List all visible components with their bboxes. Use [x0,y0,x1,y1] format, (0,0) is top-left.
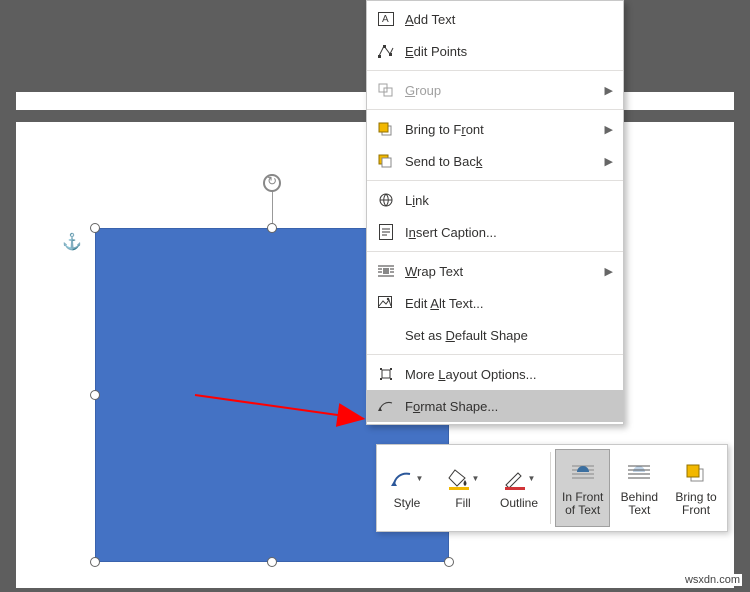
submenu-arrow-icon: ▶ [605,265,613,278]
menu-separator [367,354,623,355]
menu-separator [367,251,623,252]
anchor-icon [62,232,82,252]
resize-handle-n[interactable] [267,223,277,233]
behind-text-icon [626,459,652,487]
app-chrome-left [0,0,16,592]
button-label: Behind Text [621,491,658,517]
resize-handle-nw[interactable] [90,223,100,233]
menu-send-to-back[interactable]: Send to Back ▶ [367,145,623,177]
menu-label: Wrap Text [405,264,605,279]
mini-behind-text-button[interactable]: Behind Text [612,449,666,527]
menu-edit-points[interactable]: Edit Points [367,35,623,67]
resize-handle-s[interactable] [267,557,277,567]
dropdown-icon: ▼ [472,475,480,484]
watermark-text: wsxdn.com [683,574,742,586]
button-label: Outline [500,497,538,510]
menu-label: Bring to Front [405,122,605,137]
dropdown-icon: ▼ [416,475,424,484]
outline-icon: ▼ [503,465,536,493]
resize-handle-w[interactable] [90,390,100,400]
submenu-arrow-icon: ▶ [605,84,613,97]
mini-outline-button[interactable]: ▼ Outline [492,449,546,527]
button-label: In Front of Text [562,491,603,517]
edit-points-icon [375,42,397,60]
button-label: Bring to Front [675,491,716,517]
shape-mini-toolbar: ▼ Style ▼ Fill ▼ Outline In Front of Tex… [376,444,728,532]
dropdown-icon: ▼ [528,475,536,484]
toolbar-separator [550,452,551,524]
shape-context-menu: A Add Text Edit Points Group ▶ Bring to … [366,0,624,425]
menu-label: More Layout Options... [405,367,613,382]
link-icon [375,191,397,209]
caption-icon [375,223,397,241]
button-label: Fill [455,497,470,510]
submenu-arrow-icon: ▶ [605,155,613,168]
menu-add-text[interactable]: A Add Text [367,3,623,35]
rotation-stem [272,189,273,223]
menu-label: Link [405,193,613,208]
menu-edit-alt-text[interactable]: Edit Alt Text... [367,287,623,319]
menu-label: Format Shape... [405,399,613,414]
fill-icon: ▼ [447,465,480,493]
resize-handle-sw[interactable] [90,557,100,567]
rotation-handle[interactable] [263,174,281,192]
app-chrome-right [734,0,750,592]
resize-handle-se[interactable] [444,557,454,567]
style-icon: ▼ [391,465,424,493]
layout-options-icon [375,365,397,383]
menu-separator [367,109,623,110]
menu-label: Group [405,83,605,98]
menu-wrap-text[interactable]: Wrap Text ▶ [367,255,623,287]
submenu-arrow-icon: ▶ [605,123,613,136]
in-front-of-text-icon [570,459,596,487]
menu-separator [367,70,623,71]
wrap-text-icon [375,262,397,280]
menu-label: Insert Caption... [405,225,613,240]
menu-label: Send to Back [405,154,605,169]
menu-set-default-shape[interactable]: Set as Default Shape [367,319,623,351]
bring-to-front-icon [684,459,708,487]
mini-style-button[interactable]: ▼ Style [380,449,434,527]
app-chrome-bottom [0,588,750,592]
menu-insert-caption[interactable]: Insert Caption... [367,216,623,248]
menu-label: Edit Alt Text... [405,296,613,311]
group-icon [375,81,397,99]
blank-icon [375,326,397,344]
menu-link[interactable]: Link [367,184,623,216]
menu-bring-to-front[interactable]: Bring to Front ▶ [367,113,623,145]
mini-in-front-of-text-button[interactable]: In Front of Text [555,449,610,527]
svg-text:A: A [382,14,389,25]
menu-label: Add Text [405,12,613,27]
menu-label: Set as Default Shape [405,328,613,343]
menu-more-layout-options[interactable]: More Layout Options... [367,358,623,390]
mini-fill-button[interactable]: ▼ Fill [436,449,490,527]
menu-label: Edit Points [405,44,613,59]
menu-separator [367,180,623,181]
menu-format-shape[interactable]: Format Shape... [367,390,623,422]
menu-group[interactable]: Group ▶ [367,74,623,106]
text-box-icon: A [375,10,397,28]
format-shape-icon [375,397,397,415]
alt-text-icon [375,294,397,312]
mini-bring-to-front-button[interactable]: Bring to Front [668,449,723,527]
button-label: Style [394,497,421,510]
send-to-back-icon [375,152,397,170]
bring-to-front-icon [375,120,397,138]
